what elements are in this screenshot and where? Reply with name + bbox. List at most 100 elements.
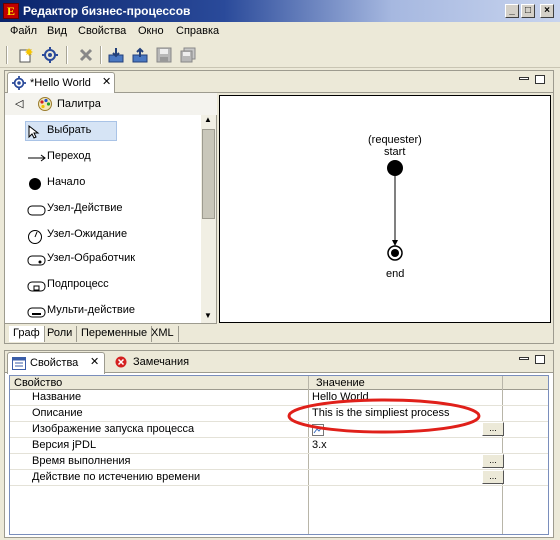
property-name: Название	[32, 391, 82, 403]
process-icon	[12, 76, 26, 90]
property-value[interactable]: 3.x	[312, 439, 327, 451]
delete-icon[interactable]	[78, 47, 94, 63]
process-canvas[interactable]: (requester) start end	[219, 95, 551, 323]
palette-scrollbar[interactable]: ▲ ▼	[201, 115, 216, 323]
palette-item-wait-node[interactable]: Узел-Ожидание	[25, 225, 185, 245]
wait-node-icon	[28, 230, 42, 244]
maximize-view-icon[interactable]	[535, 355, 545, 364]
menu-window[interactable]: Окно	[138, 25, 164, 37]
save-icon[interactable]	[156, 47, 172, 63]
palette-item-action-node[interactable]: Узел-Действие	[25, 199, 185, 219]
palette-item-start[interactable]: Начало	[25, 173, 185, 193]
palette-item-select[interactable]: Выбрать	[25, 121, 185, 141]
start-node-icon	[29, 178, 41, 190]
palette-item-label: Выбрать	[47, 124, 92, 136]
action-node-icon	[27, 205, 46, 216]
properties-table: Свойство Значение Название Hello World О…	[9, 375, 549, 535]
close-tab-icon[interactable]: ✕	[102, 75, 111, 88]
new-file-icon[interactable]	[18, 47, 34, 63]
properties-tab-row: Свойства ✕ Замечания	[5, 351, 553, 374]
menu-view[interactable]: Вид	[47, 25, 67, 37]
property-name: Время выполнения	[32, 455, 131, 467]
menu-properties[interactable]: Свойства	[78, 25, 126, 37]
palette-item-label: Узел-Обработчик	[47, 252, 136, 264]
edit-timeout-action-button[interactable]: ...	[482, 470, 504, 484]
app-icon: E	[3, 3, 19, 19]
tab-variables[interactable]: Переменные	[77, 326, 153, 342]
multi-action-icon	[27, 307, 46, 318]
end-node-label: end	[386, 268, 405, 280]
minimize-button[interactable]: _	[505, 4, 519, 18]
handler-node-icon	[27, 255, 46, 266]
palette-title: Палитра	[57, 98, 101, 110]
properties-pane: Свойства ✕ Замечания Свойство Значение Н…	[4, 350, 554, 538]
maximize-button[interactable]: □	[521, 4, 535, 18]
palette-item-handler-node[interactable]: Узел-Обработчик	[25, 249, 185, 269]
property-name: Описание	[32, 407, 83, 419]
palette: ◁ Палитра Выбрать Переход Начало Узел-Де…	[5, 93, 217, 323]
editor-bottom-tabs: Граф Роли Переменные XML	[5, 323, 217, 343]
import-icon[interactable]	[108, 47, 124, 63]
close-button[interactable]: ×	[540, 4, 554, 18]
palette-item-subprocess[interactable]: Подпроцесс	[25, 275, 185, 295]
browse-image-button[interactable]: ...	[482, 422, 504, 436]
tab-properties[interactable]: Свойства ✕	[7, 352, 105, 374]
table-row[interactable]: Время выполнения ...	[10, 454, 548, 470]
toolbar-separator	[100, 46, 102, 64]
close-tab-icon[interactable]: ✕	[90, 355, 99, 368]
tab-roles[interactable]: Роли	[43, 326, 78, 342]
palette-item-transition[interactable]: Переход	[25, 147, 185, 167]
tab-hello-world[interactable]: *Hello World ✕	[7, 72, 115, 94]
palette-item-label: Мульти-действие	[47, 304, 136, 316]
tab-xml[interactable]: XML	[147, 326, 179, 342]
scroll-up-icon[interactable]: ▲	[204, 115, 212, 124]
tab-title: *Hello World	[30, 77, 91, 89]
subprocess-icon	[27, 281, 46, 292]
export-icon[interactable]	[132, 47, 148, 63]
tab-graph[interactable]: Граф	[9, 326, 45, 342]
end-node-inner	[391, 249, 399, 257]
title-bar: E Редактор бизнес-процессов _ □ ×	[0, 0, 560, 22]
tab-problems[interactable]: Замечания	[113, 353, 193, 373]
save-all-icon[interactable]	[180, 47, 196, 63]
highlight-ellipse-annotation	[287, 398, 481, 434]
scrollbar-thumb[interactable]	[202, 129, 215, 219]
palette-icon	[38, 97, 52, 111]
minimize-view-icon[interactable]	[519, 77, 529, 80]
palette-item-label: Начало	[47, 176, 86, 188]
collapse-arrow-icon[interactable]: ◁	[15, 97, 23, 110]
palette-item-label: Узел-Действие	[47, 202, 123, 214]
table-header: Свойство Значение	[10, 376, 548, 390]
editor-pane: *Hello World ✕ ◁ Палитра Выбрать Переход	[4, 70, 554, 344]
palette-item-multi-action[interactable]: Мульти-действие	[25, 301, 185, 321]
editor-tab-row: *Hello World ✕	[5, 71, 553, 94]
column-header-value[interactable]: Значение	[316, 377, 365, 389]
maximize-view-icon[interactable]	[535, 75, 545, 84]
menu-help[interactable]: Справка	[176, 25, 219, 37]
toolbar-separator	[66, 46, 68, 64]
palette-header: ◁ Палитра	[5, 93, 217, 115]
process-icon[interactable]	[42, 47, 58, 63]
table-row[interactable]: Действие по истечению времени ...	[10, 470, 548, 486]
error-icon	[115, 356, 127, 368]
palette-item-label: Переход	[47, 150, 91, 162]
start-node[interactable]	[387, 160, 403, 176]
transition-arrow-icon	[28, 154, 46, 162]
cursor-arrow-icon	[28, 125, 40, 139]
minimize-view-icon[interactable]	[519, 357, 529, 360]
properties-icon	[12, 357, 26, 370]
toolbar	[0, 42, 560, 68]
edit-timer-button[interactable]: ...	[482, 454, 504, 468]
scroll-down-icon[interactable]: ▼	[204, 311, 212, 320]
toolbar-separator	[6, 46, 8, 64]
palette-item-label: Подпроцесс	[47, 278, 109, 290]
column-header-property[interactable]: Свойство	[14, 377, 62, 389]
table-row[interactable]: Версия jPDL 3.x	[10, 438, 548, 454]
palette-item-label: Узел-Ожидание	[47, 228, 128, 240]
tab-problems-label: Замечания	[133, 356, 190, 368]
tab-properties-label: Свойства	[30, 357, 79, 369]
transition-arrowhead	[392, 240, 398, 246]
property-name: Версия jPDL	[32, 439, 97, 451]
diagram-graphics	[387, 160, 403, 261]
menu-file[interactable]: Файл	[10, 25, 37, 37]
